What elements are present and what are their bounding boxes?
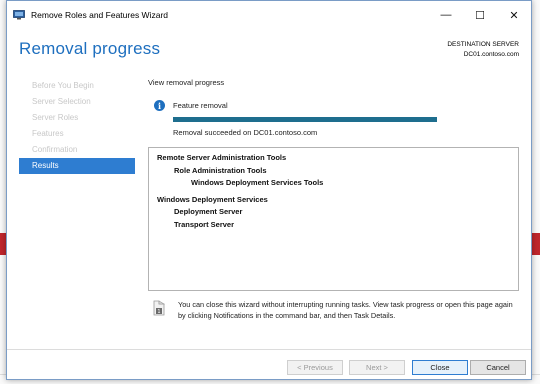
title-bar[interactable]: Remove Roles and Features Wizard — ☐ ✕: [7, 1, 531, 29]
result-item: Windows Deployment Services Tools: [191, 178, 324, 187]
result-item: Deployment Server: [174, 207, 243, 216]
feature-removal-row: i Feature removal: [154, 100, 228, 111]
nav-step-results[interactable]: Results: [19, 158, 135, 174]
svg-text:1: 1: [157, 309, 160, 315]
result-item: Role Administration Tools: [174, 165, 267, 175]
destination-server-label: DESTINATION SERVER: [447, 41, 519, 48]
view-progress-label: View removal progress: [148, 78, 225, 87]
task-notification-icon: 1: [152, 300, 166, 316]
notification-hint-text: You can close this wizard without interr…: [178, 300, 513, 320]
notification-hint: 1 You can close this wizard without inte…: [152, 299, 518, 321]
result-item: Transport Server: [174, 219, 235, 229]
results-list[interactable]: Remote Server Administration Tools Role A…: [148, 147, 519, 291]
nav-step-features[interactable]: Features: [19, 126, 135, 142]
minimize-button[interactable]: —: [429, 1, 463, 29]
server-manager-icon: [13, 10, 25, 20]
wizard-footer: < Previous Next > Close Cancel: [7, 349, 531, 379]
feature-removal-label: Feature removal: [173, 101, 228, 110]
nav-step-server-roles[interactable]: Server Roles: [19, 110, 135, 126]
wizard-window: Remove Roles and Features Wizard — ☐ ✕ R…: [6, 0, 532, 380]
removal-status-text: Removal succeeded on DC01.contoso.com: [173, 128, 318, 137]
nav-step-server-selection[interactable]: Server Selection: [19, 94, 135, 110]
background-window-right: [532, 0, 540, 384]
desktop: Remove Roles and Features Wizard — ☐ ✕ R…: [0, 0, 540, 384]
results-panel: View removal progress i Feature removal …: [148, 78, 520, 320]
background-alert-banner-right: [532, 233, 540, 255]
info-icon: i: [154, 100, 165, 111]
maximize-button[interactable]: ☐: [463, 1, 497, 29]
wizard-steps-nav: Before You Begin Server Selection Server…: [19, 78, 135, 174]
next-button[interactable]: Next >: [349, 360, 405, 375]
page-title: Removal progress: [19, 39, 161, 58]
progress-bar-fill: [173, 117, 437, 122]
destination-server-value: DC01.contoso.com: [463, 51, 519, 58]
result-item: Remote Server Administration Tools: [157, 153, 287, 162]
close-window-button[interactable]: ✕: [497, 1, 531, 29]
wizard-header: Removal progress DESTINATION SERVER DC01…: [7, 29, 531, 69]
window-title: Remove Roles and Features Wizard: [31, 10, 169, 20]
removal-progress-bar: [173, 117, 437, 122]
nav-step-confirmation[interactable]: Confirmation: [19, 142, 135, 158]
nav-step-before-you-begin[interactable]: Before You Begin: [19, 78, 135, 94]
close-button[interactable]: Close: [412, 360, 468, 375]
result-item: Windows Deployment Services: [157, 194, 268, 204]
cancel-button[interactable]: Cancel: [470, 360, 526, 375]
previous-button[interactable]: < Previous: [287, 360, 343, 375]
